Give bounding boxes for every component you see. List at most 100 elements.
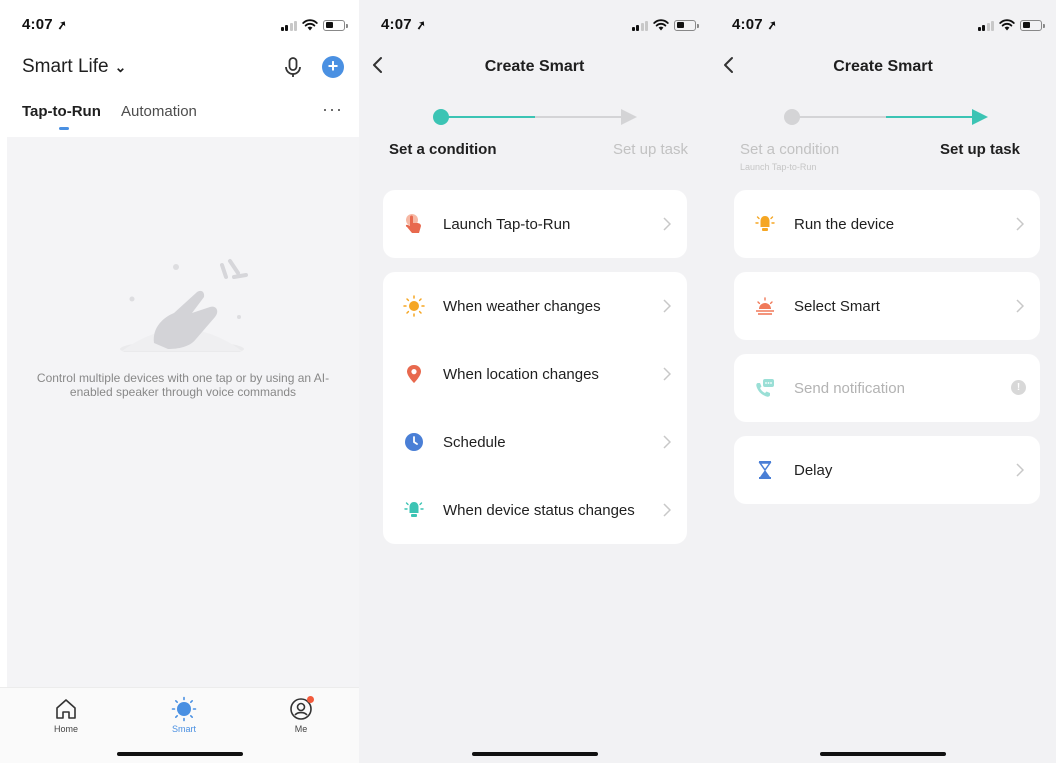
status-icons [631,19,699,31]
notification-dot [307,696,314,703]
location-pin-icon [407,365,421,383]
home-indicator [471,752,598,756]
step-arrow [621,109,637,125]
nav-smart-label: Smart [171,724,196,734]
card-conditions: When weather changes When location chang… [383,272,687,544]
page-title: Create Smart [833,58,933,75]
signal-icon [977,20,994,31]
tap-illustration [120,259,248,352]
card-send-notification: Send notification ! [734,354,1040,422]
stepper-track [784,109,988,125]
step-set-condition: Set a condition [740,141,840,158]
step-dot-active [433,109,449,125]
hourglass-icon [758,461,772,479]
wifi-icon [999,19,1015,31]
chevron-right-icon [663,435,671,449]
clock-icon [405,433,423,451]
status-time-text: 4:07 [732,16,763,33]
empty-state-panel: Control multiple devices with one tap or… [7,137,359,687]
chevron-right-icon [663,217,671,231]
nav-smart[interactable]: Smart [154,696,214,734]
card-launch: Launch Tap-to-Run [383,190,687,258]
status-bar: 4:07 ➚ [0,0,359,44]
row-label: Launch Tap-to-Run [443,215,571,233]
row-label: Schedule [443,433,506,451]
location-arrow-icon: ➚ [55,17,69,33]
battery-icon [674,19,699,31]
step-condition-summary: Launch Tap-to-Run [740,162,817,172]
status-bar: 4:07 ➚ [710,0,1056,44]
list-item[interactable]: When weather changes [383,272,687,340]
empty-state-text: Control multiple devices with one tap or… [36,371,330,399]
card-run-device: Run the device [734,190,1040,258]
list-item[interactable]: Select Smart [734,272,1040,340]
tab-automation[interactable]: Automation [121,103,197,120]
row-label: When device status changes [443,501,635,519]
battery-icon [1020,19,1045,31]
home-indicator [116,752,243,756]
list-item: Send notification ! [734,354,1040,422]
list-item[interactable]: When location changes [383,340,687,408]
row-label: When weather changes [443,297,601,315]
app-screens: 4:07 ➚ Smart Life ⌄ + Tap-to-Run Automatio… [0,0,1056,763]
nav-home[interactable]: Home [36,696,96,734]
home-title[interactable]: Smart Life ⌄ [22,56,126,78]
step-set-up-task: Set up task [939,141,1020,158]
bottom-nav: Home Smart Me [0,687,359,763]
chevron-right-icon [663,503,671,517]
create-smart-condition-screen: 4:07 ➚ Create Smart Set a condition Set u… [359,0,710,763]
sunrise-icon [756,297,774,315]
nav-bar: Create Smart [710,44,1056,88]
step-dot-inactive [784,109,800,125]
tab-tap-to-run[interactable]: Tap-to-Run [22,103,101,120]
row-label: When location changes [443,365,599,383]
more-options-icon[interactable]: ··· [322,99,343,120]
active-tab-indicator [59,127,69,130]
status-time: 4:07 ➚ [381,16,428,33]
step-arrow-active [972,109,988,125]
list-item[interactable]: Launch Tap-to-Run [383,190,687,258]
step-set-up-task: Set up task [612,141,688,158]
tap-hand-icon [405,214,421,233]
row-label: Send notification [794,379,905,397]
step-set-condition: Set a condition [389,141,497,158]
stepper: Set a condition Set up task [359,104,710,174]
smart-list-screen: 4:07 ➚ Smart Life ⌄ + Tap-to-Run Automatio… [0,0,359,763]
status-icons [280,19,348,31]
battery-icon [323,19,348,31]
status-time: 4:07 ➚ [732,16,779,33]
row-label: Delay [794,461,833,479]
status-bar: 4:07 ➚ [359,0,710,44]
device-status-icon [404,502,424,517]
device-bulb-icon [755,216,775,231]
tab-bar: Tap-to-Run Automation ··· [22,99,343,130]
plus-icon[interactable]: + [322,56,344,78]
card-select-smart: Select Smart [734,272,1040,340]
list-item[interactable]: Run the device [734,190,1040,258]
create-smart-task-screen: 4:07 ➚ Create Smart Set a condition Launc… [710,0,1056,763]
status-time-text: 4:07 [381,16,412,33]
microphone-icon[interactable] [282,56,304,80]
list-item[interactable]: Delay [734,436,1040,504]
nav-me[interactable]: Me [271,696,331,734]
status-time: 4:07 ➚ [22,16,69,33]
signal-icon [280,20,297,31]
chevron-right-icon [1016,217,1024,231]
chevron-right-icon [663,299,671,313]
info-icon[interactable]: ! [1011,380,1026,395]
nav-bar: Create Smart [359,44,710,88]
wifi-icon [653,19,669,31]
list-item[interactable]: When device status changes [383,476,687,544]
location-arrow-icon: ➚ [414,17,428,33]
chevron-right-icon [663,367,671,381]
smart-sun-icon [171,696,197,722]
home-indicator [820,752,946,756]
sun-icon [403,295,425,317]
home-title-text: Smart Life [22,56,109,77]
page-title: Create Smart [484,58,585,75]
location-arrow-icon: ➚ [765,17,779,33]
list-item[interactable]: Schedule [383,408,687,476]
stepper: Set a condition Launch Tap-to-Run Set up… [710,104,1056,174]
notification-phone-icon [756,379,774,397]
status-time-text: 4:07 [22,16,53,33]
